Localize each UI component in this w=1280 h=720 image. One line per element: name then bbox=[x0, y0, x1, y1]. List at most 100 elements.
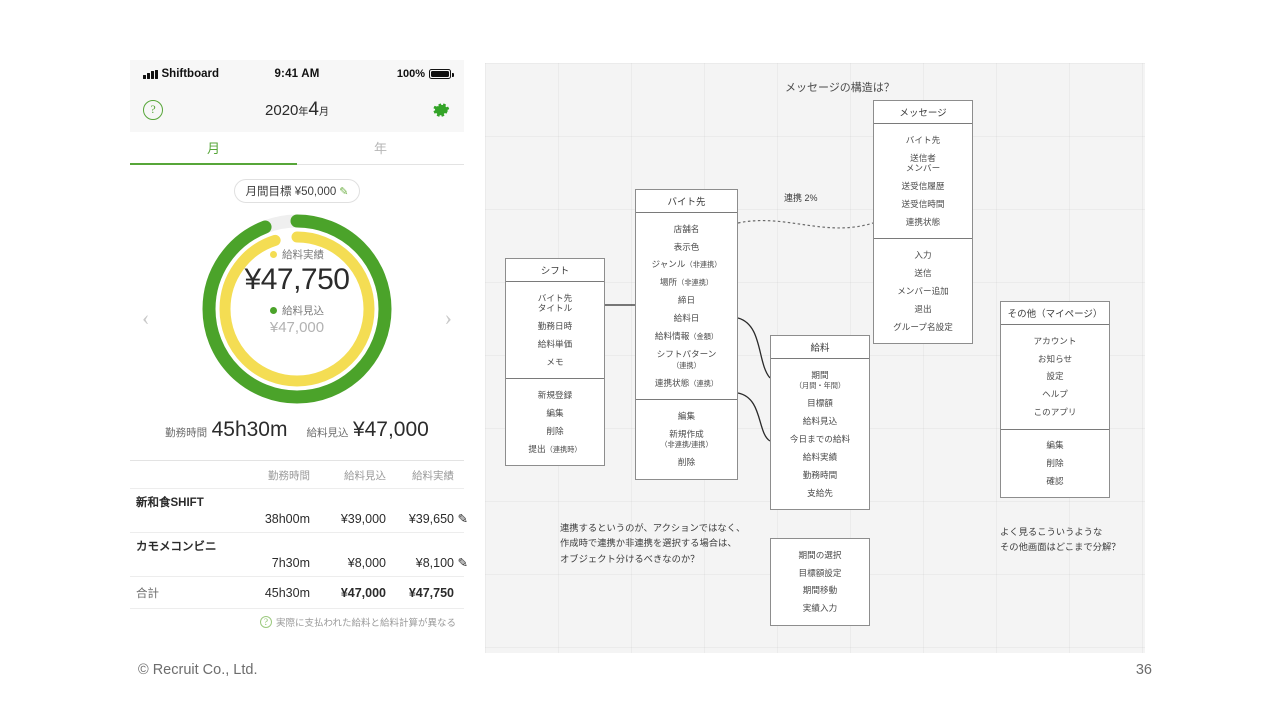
attr-item: 給料単価 bbox=[537, 339, 573, 350]
table-footnote: ? 実際に支払われた給料と給料計算が異なる bbox=[130, 608, 464, 629]
actual-legend-row: 給料実績 bbox=[130, 247, 464, 262]
attr-item: 送信者 メンバー bbox=[905, 152, 941, 174]
box-attributes: バイト先 タイトル 勤務日時 給料単価 メモ bbox=[506, 282, 604, 378]
row-values: 7h30m ¥8,000 ¥8,100 ✎ bbox=[136, 554, 468, 576]
attr-item: お知らせ bbox=[1037, 353, 1073, 364]
box-actions: 入力 送信 メンバー追加 退出 グループ名設定 bbox=[874, 238, 972, 343]
box-actions: 期間の選択 目標額設定 期間移動 実績入力 bbox=[771, 539, 869, 625]
goal-area: 月間目標 ¥50,000 ✎ bbox=[130, 179, 464, 203]
table-row[interactable]: 新和食SHIFT 38h00m ¥39,000 ¥39,650 ✎ bbox=[130, 488, 468, 532]
diagram-box-shift[interactable]: シフト バイト先 タイトル 勤務日時 給料単価 メモ 新規登録 編集 削除 提出（… bbox=[505, 258, 605, 467]
action-item: 削除 bbox=[677, 457, 696, 468]
total-actual: ¥47,750 bbox=[408, 586, 454, 600]
diagram-box-other[interactable]: その他（マイページ） アカウント お知らせ 設定 ヘルプ このアプリ 編集 削除… bbox=[1000, 301, 1110, 499]
diagram-box-salary-actions[interactable]: 期間の選択 目標額設定 期間移動 実績入力 bbox=[770, 538, 870, 626]
pencil-icon[interactable]: ✎ bbox=[454, 555, 468, 570]
row-values: 38h00m ¥39,000 ¥39,650 ✎ bbox=[136, 510, 468, 532]
box-header: バイト先 bbox=[636, 190, 737, 213]
box-attributes: アカウント お知らせ 設定 ヘルプ このアプリ bbox=[1001, 325, 1109, 429]
page-number-label: 36 bbox=[1135, 662, 1152, 678]
attr-item: このアプリ bbox=[1033, 407, 1077, 418]
monthly-goal-label: 月間目標 ¥50,000 bbox=[245, 186, 337, 198]
actual-legend-label: 給料実績 bbox=[282, 249, 324, 261]
attr-item: シフトパターン （連携） bbox=[656, 349, 717, 370]
attr-item: 場所（非連携） bbox=[659, 277, 714, 288]
copyright-label: © Recruit Co., Ltd. bbox=[138, 662, 258, 678]
totals-summary: 勤務時間 45h30m 給料見込 ¥47,000 bbox=[130, 418, 464, 442]
action-item: 実績入力 bbox=[802, 603, 838, 614]
total-expected-label: 給料見込 bbox=[306, 427, 349, 439]
gear-icon[interactable] bbox=[432, 101, 451, 120]
battery-full-icon bbox=[429, 69, 454, 79]
diagram-note-linkage: 連携するというのが、アクションではなく、 作成時で連携か非連携を選択する場合は、オ… bbox=[560, 523, 746, 564]
attr-item: 勤務時間 bbox=[802, 469, 838, 480]
attr-item: 目標額 bbox=[807, 398, 833, 409]
attr-item: 表示色 bbox=[673, 241, 700, 252]
table-total-row: 合計 45h30m ¥47,000 ¥47,750 bbox=[130, 576, 464, 608]
total-label: 合計 bbox=[136, 588, 159, 600]
action-item: 目標額設定 bbox=[798, 567, 842, 578]
box-actions: 編集 削除 確認 bbox=[1001, 428, 1109, 498]
tab-year[interactable]: 年 bbox=[297, 132, 464, 164]
pencil-icon[interactable]: ✎ bbox=[454, 511, 468, 526]
status-bar: Shiftboard 9:41 AM 100% bbox=[130, 60, 464, 88]
action-item: 新規作成 （非連携/連携） bbox=[660, 428, 713, 450]
diagram-note-other: よく見るこういうような その他画面はどこまで分解？ bbox=[1000, 527, 1121, 553]
battery-percent-label: 100% bbox=[396, 68, 425, 80]
action-item: 新規登録 bbox=[537, 390, 573, 401]
attr-item: 勤務日時 bbox=[537, 321, 573, 332]
tab-month[interactable]: 月 bbox=[130, 132, 297, 165]
action-item: グループ名設定 bbox=[893, 321, 953, 332]
link-rate-label: 連携 2% bbox=[784, 193, 818, 203]
attr-item: 支給先 bbox=[807, 487, 833, 498]
total-hours-label: 勤務時間 bbox=[165, 427, 208, 439]
action-item: 提出（連携時） bbox=[528, 443, 582, 454]
pencil-icon[interactable]: ✎ bbox=[339, 185, 348, 198]
phone-mockup: Shiftboard 9:41 AM 100% ? 2020年4月 月 年 月間… bbox=[130, 60, 468, 656]
action-item: 削除 bbox=[546, 425, 564, 436]
page-title: 2020年4月 bbox=[130, 99, 464, 121]
attr-item: 締日 bbox=[677, 295, 696, 306]
actual-amount-value: ¥47,750 bbox=[244, 263, 350, 296]
action-item: 送信 bbox=[914, 267, 932, 278]
legend-dot-expected-icon bbox=[270, 307, 277, 314]
expected-amount-value: ¥47,000 bbox=[269, 319, 325, 336]
footnote-text: 実際に支払われた給料と給料計算が異なる bbox=[275, 618, 456, 629]
battery-group: 100% bbox=[396, 68, 454, 80]
row-actual: ¥39,650 bbox=[408, 511, 454, 526]
diagram-box-workplace[interactable]: バイト先 店舗名 表示色 ジャンル（非連携） 場所（非連携） 締日 給料日 給料… bbox=[635, 189, 738, 480]
th-expected: 給料見込 bbox=[344, 470, 386, 482]
monthly-goal-button[interactable]: 月間目標 ¥50,000 ✎ bbox=[233, 179, 361, 203]
attr-item: メモ bbox=[546, 357, 564, 368]
action-item: 確認 bbox=[1046, 476, 1064, 487]
row-shop-name: カモメコンビニ bbox=[136, 541, 217, 553]
row-hours: 38h00m bbox=[264, 511, 310, 526]
action-item: 退出 bbox=[914, 303, 932, 314]
attr-item: 給料実績 bbox=[802, 452, 838, 463]
period-tabs[interactable]: 月 年 bbox=[130, 132, 464, 165]
box-actions: 編集 新規作成 （非連携/連携） 削除 bbox=[636, 399, 737, 479]
th-edit bbox=[454, 468, 468, 483]
diagram-box-message[interactable]: メッセージ バイト先 送信者 メンバー 送受信履歴 送受信時間 連携状態 入力 送… bbox=[873, 100, 973, 344]
box-attributes: バイト先 送信者 メンバー 送受信履歴 送受信時間 連携状態 bbox=[874, 124, 972, 238]
question-mark-icon[interactable]: ? bbox=[259, 616, 272, 628]
attr-item: ジャンル（非連携） bbox=[651, 259, 722, 270]
table-header-row: 勤務時間 給料見込 給料実績 bbox=[130, 461, 464, 488]
attr-item: 給料見込 bbox=[802, 416, 838, 427]
nav-bar: ? 2020年4月 bbox=[130, 88, 464, 132]
attr-item: 店舗名 bbox=[673, 223, 700, 234]
diagram-box-salary[interactable]: 給料 期間 （月間・年間） 目標額 給料見込 今日までの給料 給料実績 勤務時間 … bbox=[770, 335, 870, 511]
table-row[interactable]: カモメコンビニ 7h30m ¥8,000 ¥8,100 ✎ bbox=[130, 532, 468, 576]
title-year-unit: 年 bbox=[298, 107, 309, 118]
box-header: その他（マイページ） bbox=[1001, 302, 1109, 325]
title-year: 2020 bbox=[265, 102, 299, 119]
row-actual: ¥8,100 bbox=[415, 555, 454, 570]
attr-item: ヘルプ bbox=[1042, 389, 1068, 400]
salary-ring-chart: ‹ › 給料実績 ¥47,750 給料見込 ¥47,000 bbox=[130, 209, 464, 414]
action-item: 入力 bbox=[914, 249, 932, 260]
attr-item: 期間 （月間・年間） bbox=[794, 369, 846, 391]
shift-table: 勤務時間 給料見込 給料実績 新和食SHIFT 38h00m ¥39,000 ¥… bbox=[130, 460, 468, 629]
row-expected: ¥8,000 bbox=[347, 555, 386, 570]
action-item: 期間の選択 bbox=[798, 549, 842, 560]
action-item: 編集 bbox=[1046, 440, 1064, 451]
